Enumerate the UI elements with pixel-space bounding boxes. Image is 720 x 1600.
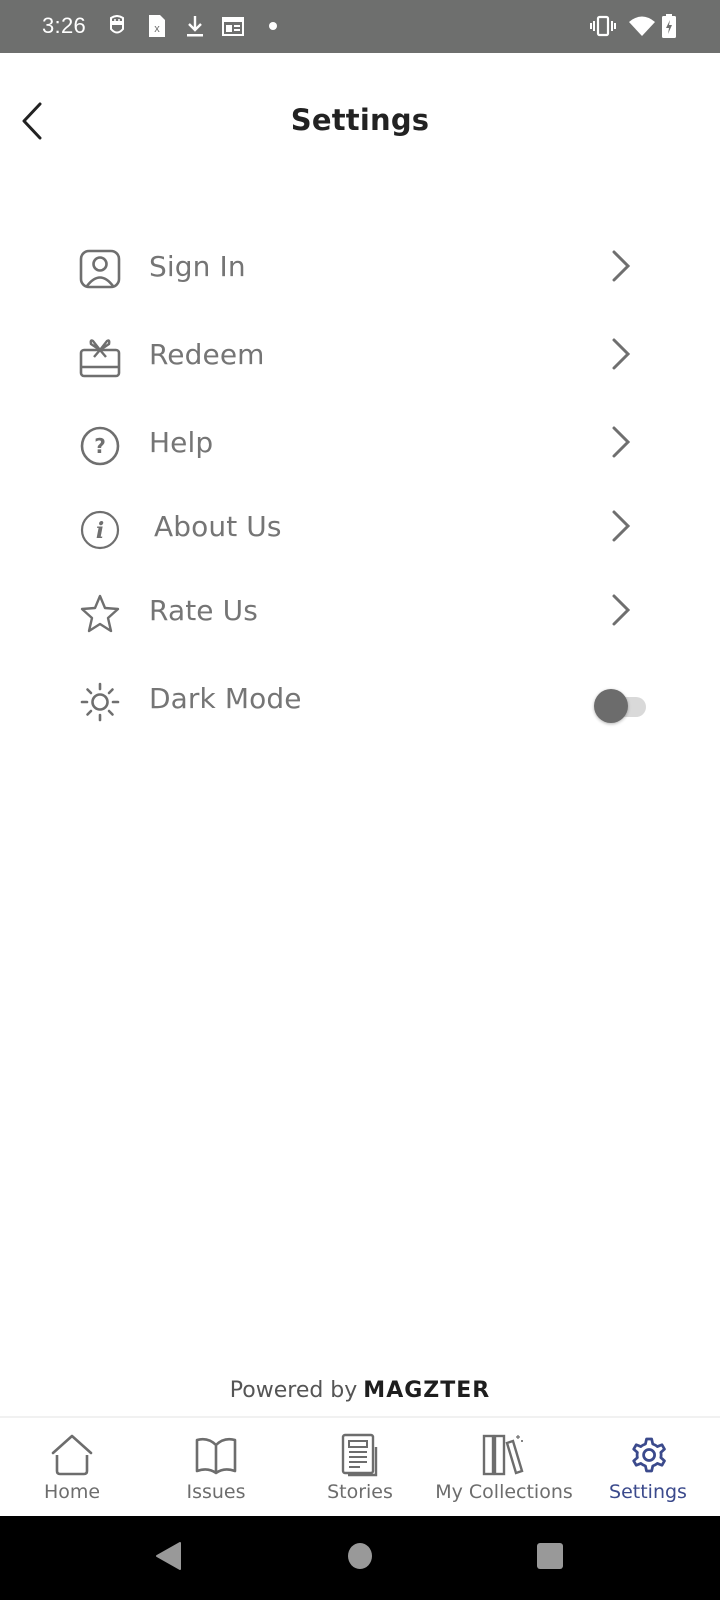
- menu-item-redeem[interactable]: Redeem: [0, 318, 720, 398]
- menu-label: Help: [149, 426, 214, 459]
- system-back-button[interactable]: [148, 1540, 188, 1576]
- nav-label: Issues: [186, 1481, 246, 1503]
- nav-label: My Collections: [435, 1481, 573, 1503]
- book-icon: [144, 1430, 288, 1480]
- sun-icon: [78, 680, 122, 724]
- status-bar: 3:26 x: [0, 0, 720, 53]
- wifi-icon: [628, 14, 656, 38]
- menu-label: Dark Mode: [149, 682, 302, 715]
- collections-icon: [432, 1430, 576, 1480]
- status-time: 3:26: [42, 13, 87, 38]
- menu-label: About Us: [154, 510, 282, 543]
- calendar-icon: [222, 14, 244, 38]
- menu-label: Sign In: [149, 250, 246, 283]
- svg-text:x: x: [154, 23, 160, 35]
- header: Settings: [0, 53, 720, 193]
- messaging-icon: [108, 14, 126, 38]
- sim-card-icon: x: [148, 14, 166, 38]
- page-title: Settings: [290, 103, 430, 137]
- home-circle-icon: [347, 1542, 373, 1575]
- gear-icon: [576, 1430, 720, 1480]
- nav-item-settings[interactable]: Settings: [576, 1418, 720, 1518]
- menu-item-dark-mode: Dark Mode: [0, 662, 720, 742]
- system-recents-button[interactable]: [530, 1540, 570, 1576]
- system-nav-bar: [0, 1516, 720, 1600]
- system-home-button[interactable]: [340, 1540, 380, 1576]
- article-icon: [288, 1430, 432, 1480]
- powered-by: Powered by MAGZTER: [0, 1378, 720, 1403]
- star-icon: [78, 592, 122, 636]
- chevron-right-icon: [606, 334, 636, 374]
- notification-dot-icon: [268, 14, 278, 38]
- gift-icon: [78, 336, 122, 380]
- dark-mode-toggle[interactable]: [594, 688, 652, 724]
- nav-item-issues[interactable]: Issues: [144, 1418, 288, 1518]
- download-icon: [186, 14, 204, 38]
- toggle-thumb: [594, 689, 628, 723]
- home-icon: [0, 1430, 144, 1480]
- chevron-right-icon: [606, 506, 636, 546]
- info-icon: i: [78, 508, 122, 552]
- vibrate-icon: [590, 14, 616, 38]
- chevron-right-icon: [606, 590, 636, 630]
- battery-charging-icon: [662, 14, 676, 38]
- menu-label: Redeem: [149, 338, 265, 371]
- svg-text:i: i: [96, 518, 104, 544]
- help-circle-icon: ?: [78, 424, 122, 468]
- brand-name: MAGZTER: [363, 1378, 491, 1403]
- chevron-right-icon: [606, 422, 636, 462]
- menu-item-sign-in[interactable]: Sign In: [0, 230, 720, 310]
- back-triangle-icon: [154, 1541, 182, 1576]
- user-icon: [78, 248, 122, 292]
- recents-square-icon: [536, 1542, 564, 1575]
- nav-item-home[interactable]: Home: [0, 1418, 144, 1518]
- powered-by-text: Powered by: [229, 1378, 358, 1403]
- chevron-right-icon: [606, 246, 636, 286]
- bottom-nav: Home Issues Stories My Collections Setti…: [0, 1416, 720, 1516]
- nav-label: Stories: [327, 1481, 393, 1503]
- menu-item-help[interactable]: ? Help: [0, 406, 720, 486]
- svg-text:?: ?: [94, 434, 106, 458]
- nav-item-stories[interactable]: Stories: [288, 1418, 432, 1518]
- menu-item-rate-us[interactable]: Rate Us: [0, 574, 720, 654]
- nav-item-my-collections[interactable]: My Collections: [432, 1418, 576, 1518]
- nav-label: Settings: [609, 1481, 687, 1503]
- nav-label: Home: [43, 1481, 101, 1503]
- menu-label: Rate Us: [149, 594, 258, 627]
- menu-item-about-us[interactable]: i About Us: [0, 490, 720, 570]
